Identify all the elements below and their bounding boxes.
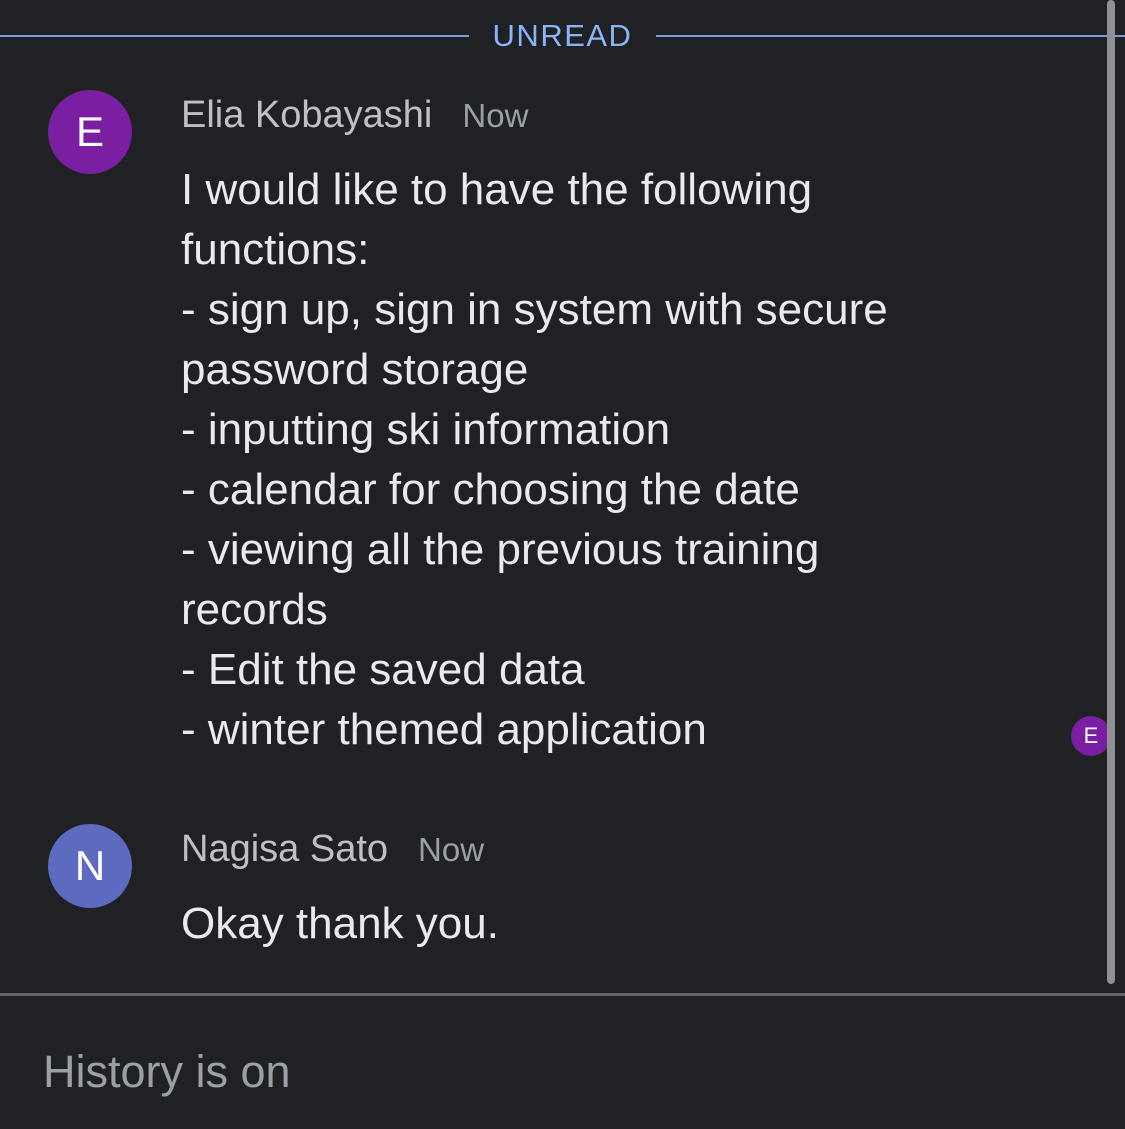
message-line: Okay thank you.	[181, 899, 499, 948]
message-header: Elia Kobayashi Now	[181, 94, 528, 137]
sender-name[interactable]: Nagisa Sato	[181, 828, 388, 871]
unread-divider-label: UNREAD	[492, 18, 633, 53]
message-header: Nagisa Sato Now	[181, 828, 484, 871]
history-status[interactable]: History is on	[43, 1046, 291, 1098]
message-text: Okay thank you.	[181, 894, 1051, 954]
unread-divider-line-right	[656, 35, 1125, 37]
message-line: - sign up, sign in system with secure	[181, 285, 888, 334]
composer-footer: History is on	[0, 993, 1125, 1129]
message-timestamp: Now	[418, 831, 485, 868]
avatar[interactable]: E	[48, 90, 132, 174]
message-line: - inputting ski information	[181, 405, 671, 454]
read-receipt-initial: E	[1083, 723, 1099, 748]
message-line: records	[181, 585, 328, 634]
avatar-initial: N	[74, 842, 106, 889]
unread-divider: UNREAD	[0, 14, 1125, 58]
message-line: - calendar for choosing the date	[181, 465, 800, 514]
message-line: - Edit the saved data	[181, 645, 585, 694]
message-timestamp: Now	[462, 97, 529, 134]
sender-name[interactable]: Elia Kobayashi	[181, 94, 432, 137]
avatar[interactable]: N	[48, 824, 132, 908]
message-line: - viewing all the previous training	[181, 525, 820, 574]
message-text: I would like to have the following funct…	[181, 160, 1051, 760]
message-line: - winter themed application	[181, 705, 707, 754]
unread-divider-line-left	[0, 35, 469, 37]
message-line: functions:	[181, 225, 370, 274]
message-list[interactable]: UNREAD E Elia Kobayashi Now I would like…	[0, 0, 1125, 994]
message-line: I would like to have the following	[181, 165, 813, 214]
avatar-initial: E	[75, 108, 104, 155]
read-receipt-avatar[interactable]: E	[1071, 716, 1111, 756]
scrollbar-thumb[interactable]	[1107, 0, 1115, 984]
message-line: password storage	[181, 345, 529, 394]
